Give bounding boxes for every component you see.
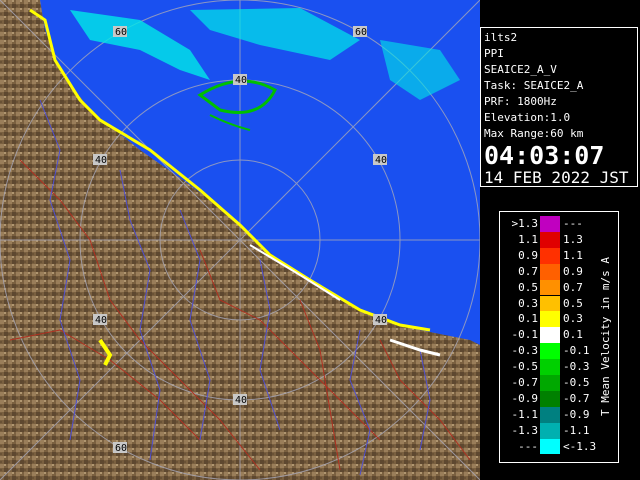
- info-panel: ilts2 PPI SEAICE2_A_V Task: SEAICE2_A PR…: [480, 27, 638, 187]
- range-label-top-left: 60: [113, 26, 127, 38]
- legend-row: 0.9 1.1: [500, 247, 600, 264]
- legend-row: -0.9 -0.7: [500, 390, 600, 407]
- svg-text:40: 40: [235, 395, 247, 406]
- legend-row: -0.1 0.1: [500, 327, 600, 344]
- legend-color-swatch: [540, 231, 560, 248]
- legend-color-swatch: [540, 311, 560, 328]
- svg-text:60: 60: [115, 27, 127, 38]
- legend-color-swatch: [540, 438, 560, 455]
- legend-row: 0.7 0.9: [500, 263, 600, 280]
- product-type: PPI: [484, 47, 504, 60]
- legend-bottom-marker: T: [599, 409, 612, 417]
- legend-high-value: -0.3: [563, 360, 590, 374]
- legend-color-swatch: [540, 390, 560, 407]
- range-label-lower-right: 40: [373, 314, 387, 326]
- legend-high-value: -0.1: [563, 344, 590, 358]
- legend-low-value: 0.9: [518, 248, 538, 262]
- legend-high-value: -1.1: [563, 423, 590, 437]
- scan-name: SEAICE2_A_V: [484, 63, 557, 76]
- legend-low-value: 0.7: [518, 264, 538, 278]
- legend-row: -0.7 -0.5: [500, 375, 600, 391]
- range-label-top-mid: 40: [233, 74, 247, 86]
- scan-time: 04:03:07: [484, 141, 605, 170]
- station-name: ilts2: [484, 31, 518, 44]
- legend-low-value: -1.3: [511, 423, 539, 437]
- legend-row: >1.3 ---: [500, 216, 600, 232]
- svg-text:60: 60: [355, 27, 367, 38]
- range-label-left: 40: [93, 154, 107, 166]
- legend-low-value: -0.5: [511, 360, 539, 374]
- legend-color-swatch: [540, 247, 560, 264]
- svg-text:40: 40: [95, 155, 107, 166]
- range-label-top-right: 60: [353, 26, 367, 38]
- legend-low-value: 0.5: [518, 280, 538, 294]
- range-label-lower-left: 40: [93, 314, 107, 326]
- legend-low-value: 0.3: [518, 296, 538, 310]
- legend-color-swatch: [540, 216, 560, 232]
- legend-color-swatch: [540, 263, 560, 280]
- elevation-value: Elevation:1.0: [484, 111, 571, 124]
- legend-row: -1.1 -0.9: [500, 406, 600, 423]
- legend-low-value: 1.1: [518, 232, 538, 246]
- legend-color-swatch: [540, 279, 560, 296]
- legend-color-swatch: [540, 327, 560, 344]
- legend-high-value: -0.5: [563, 376, 590, 389]
- legend-color-swatch: [540, 422, 560, 439]
- legend-row: -0.3 -0.1: [500, 343, 600, 360]
- legend-high-value: 0.9: [563, 264, 583, 278]
- legend-color-swatch: [540, 359, 560, 375]
- range-label-bottom: 40: [233, 394, 247, 406]
- legend-row: -1.3 -1.1: [500, 422, 600, 439]
- legend-high-value: <-1.3: [563, 439, 597, 453]
- svg-text:40: 40: [95, 315, 107, 326]
- legend-low-value: >1.3: [511, 217, 539, 230]
- legend-color-swatch: [540, 406, 560, 423]
- legend-color-swatch: [540, 375, 560, 391]
- legend-low-value: ---: [518, 439, 538, 453]
- legend-high-value: 1.1: [563, 248, 583, 262]
- legend-low-value: -0.3: [511, 344, 539, 358]
- legend-top-marker: A: [599, 257, 612, 265]
- legend-low-value: 0.1: [518, 312, 538, 326]
- legend-high-value: -0.9: [563, 407, 590, 421]
- legend-row: -0.5 -0.3: [500, 359, 600, 375]
- legend-row: 1.1 1.3: [500, 231, 600, 248]
- legend-low-value: -0.9: [511, 391, 539, 405]
- range-label-right: 40: [373, 154, 387, 166]
- svg-text:40: 40: [375, 155, 387, 166]
- legend-row: 0.1 0.3: [500, 311, 600, 328]
- legend-high-value: 0.7: [563, 280, 583, 294]
- scan-date: 14 FEB 2022 JST: [484, 168, 629, 187]
- legend-high-value: 0.5: [563, 296, 583, 310]
- legend-row: 0.5 0.7: [500, 279, 600, 296]
- task-name: Task: SEAICE2_A: [484, 79, 584, 92]
- legend-color-swatch: [540, 343, 560, 360]
- legend-high-value: -0.7: [563, 391, 590, 405]
- legend-row: 0.3 0.5: [500, 295, 600, 312]
- radar-ppi-map: 60 40 40 40 60 40 40 40 60: [0, 0, 480, 480]
- legend-row: --- <-1.3: [500, 438, 600, 455]
- prf-value: PRF: 1800Hz: [484, 95, 557, 108]
- legend-high-value: ---: [563, 217, 583, 230]
- legend-high-value: 0.3: [563, 312, 583, 326]
- svg-text:40: 40: [375, 315, 387, 326]
- svg-text:40: 40: [235, 75, 247, 86]
- range-label-bottom-left: 60: [113, 442, 127, 454]
- legend-color-swatch: [540, 295, 560, 312]
- legend-low-value: -1.1: [511, 407, 539, 421]
- legend-low-value: -0.1: [511, 328, 539, 342]
- max-range-value: Max Range:60 km: [484, 127, 584, 140]
- svg-text:60: 60: [115, 443, 127, 454]
- legend-high-value: 1.3: [563, 232, 583, 246]
- legend-low-value: -0.7: [511, 376, 539, 389]
- legend-high-value: 0.1: [563, 328, 583, 342]
- legend-unit-label: T Mean Velocity in m/s A: [599, 257, 612, 417]
